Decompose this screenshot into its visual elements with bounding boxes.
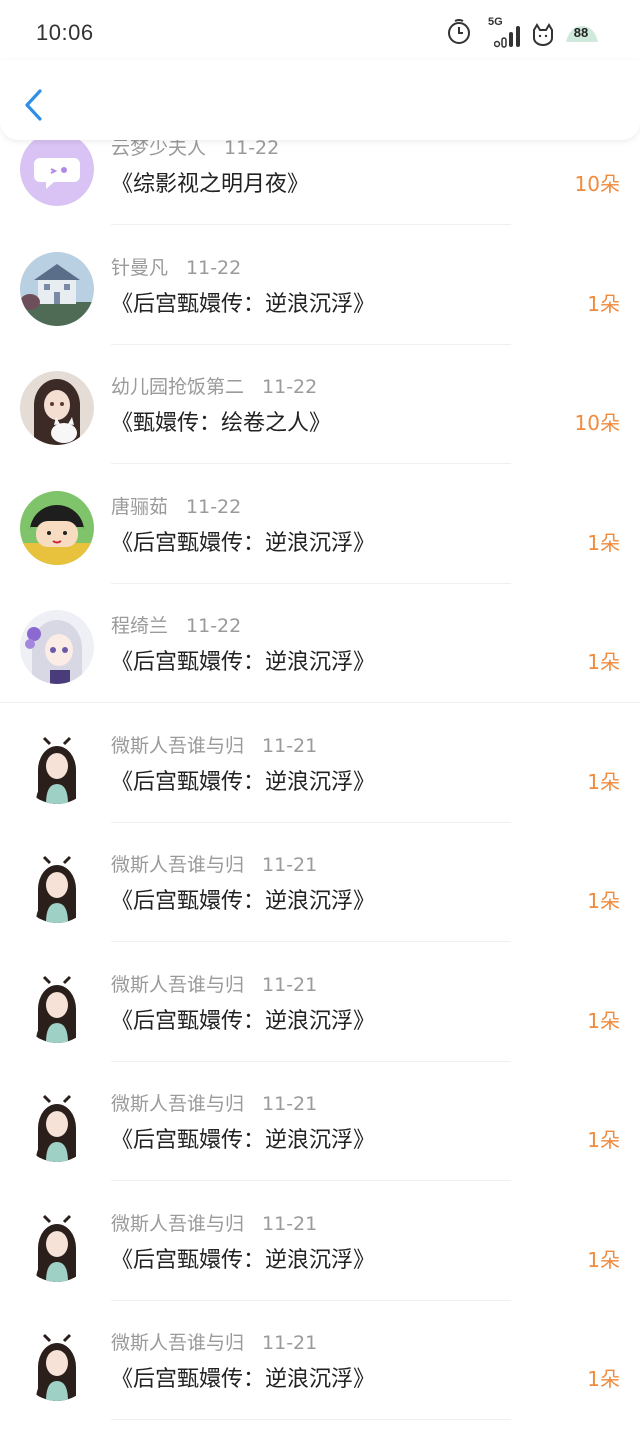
book-title[interactable]: 《后宫甄嬛传：逆浪沉浮》 <box>111 1003 375 1035</box>
list-item[interactable]: 微斯人吾谁与归 11-21 《后宫甄嬛传：逆浪沉浮》 1朵 <box>0 1208 640 1328</box>
flower-count: 10朵 <box>574 172 620 196</box>
list-item[interactable]: 微斯人吾谁与归 11-21 《后宫甄嬛传：逆浪沉浮》 1朵 <box>0 849 640 969</box>
row-meta: 唐骊茹 11-22 <box>111 492 241 519</box>
flower-count: 1朵 <box>587 770 620 794</box>
user-name[interactable]: 微斯人吾谁与归 <box>111 854 244 876</box>
avatar[interactable] <box>20 969 94 1043</box>
flower-count: 10朵 <box>574 411 620 435</box>
book-title[interactable]: 《后宫甄嬛传：逆浪沉浮》 <box>111 286 375 318</box>
book-title[interactable]: 《后宫甄嬛传：逆浪沉浮》 <box>111 1242 375 1274</box>
row-divider <box>0 702 640 703</box>
user-name[interactable]: 微斯人吾谁与归 <box>111 1332 244 1354</box>
list-item[interactable]: 微斯人吾谁与归 11-21 《后宫甄嬛传：逆浪沉浮》 1朵 <box>0 730 640 850</box>
row-divider <box>111 583 511 584</box>
user-name[interactable]: 微斯人吾谁与归 <box>111 1213 244 1235</box>
avatar[interactable] <box>20 1327 94 1401</box>
row-meta: 幼儿园抢饭第二 11-22 <box>111 372 317 399</box>
flower-count: 1朵 <box>587 889 620 913</box>
row-meta: 程绮兰 11-22 <box>111 611 241 638</box>
list-item[interactable]: 微斯人吾谁与归 11-21 《后宫甄嬛传：逆浪沉浮》 1朵 <box>0 1088 640 1208</box>
gift-date: 11-21 <box>262 854 318 876</box>
avatar[interactable] <box>20 1208 94 1282</box>
row-divider <box>111 1061 511 1062</box>
alarm-icon <box>448 19 470 44</box>
flower-count: 1朵 <box>587 1248 620 1272</box>
avatar[interactable] <box>20 730 94 804</box>
list-item[interactable]: 云梦少夫人 11-22 《综影视之明月夜》 10朵 <box>0 132 640 252</box>
gift-date: 11-22 <box>224 137 280 159</box>
flower-count: 1朵 <box>587 531 620 555</box>
row-divider <box>111 224 511 225</box>
status-time: 10:06 <box>36 20 94 45</box>
list-item[interactable]: 程绮兰 11-22 《后宫甄嬛传：逆浪沉浮》 1朵 <box>0 610 640 730</box>
flower-count: 1朵 <box>587 292 620 316</box>
row-meta: 微斯人吾谁与归 11-21 <box>111 731 317 758</box>
row-divider <box>111 1300 511 1301</box>
flower-count: 1朵 <box>587 1009 620 1033</box>
row-meta: 微斯人吾谁与归 11-21 <box>111 1328 317 1355</box>
row-meta: 微斯人吾谁与归 11-21 <box>111 850 317 877</box>
avatar[interactable] <box>20 610 94 684</box>
status-bar: 10:06 5G 88 <box>0 0 640 66</box>
cat-weather-icon <box>533 23 553 46</box>
book-title[interactable]: 《后宫甄嬛传：逆浪沉浮》 <box>111 1361 375 1393</box>
avatar[interactable] <box>20 132 94 206</box>
list-item[interactable]: 微斯人吾谁与归 11-21 《后宫甄嬛传：逆浪沉浮》 1朵 <box>0 1327 640 1447</box>
signal-icon <box>494 26 520 48</box>
book-title[interactable]: 《甄嬛传：绘卷之人》 <box>111 405 331 437</box>
list-item[interactable]: 针曼凡 11-22 《后宫甄嬛传：逆浪沉浮》 1朵 <box>0 252 640 372</box>
row-divider <box>111 463 511 464</box>
book-title[interactable]: 《后宫甄嬛传：逆浪沉浮》 <box>111 644 375 676</box>
row-meta: 微斯人吾谁与归 11-21 <box>111 1089 317 1116</box>
row-divider <box>111 1180 511 1181</box>
gift-date: 11-21 <box>262 735 318 757</box>
flower-count: 1朵 <box>587 650 620 674</box>
user-name[interactable]: 针曼凡 <box>111 257 168 279</box>
gift-date: 11-21 <box>262 1332 318 1354</box>
gift-date: 11-21 <box>262 974 318 996</box>
row-meta: 针曼凡 11-22 <box>111 253 241 280</box>
user-name[interactable]: 微斯人吾谁与归 <box>111 1093 244 1115</box>
gift-date: 11-21 <box>262 1213 318 1235</box>
back-chevron-icon[interactable] <box>22 88 46 122</box>
gift-date: 11-21 <box>262 1093 318 1115</box>
flower-count: 1朵 <box>587 1128 620 1152</box>
list-item[interactable]: 唐骊茹 11-22 《后宫甄嬛传：逆浪沉浮》 1朵 <box>0 491 640 611</box>
flower-count: 1朵 <box>587 1367 620 1391</box>
book-title[interactable]: 《后宫甄嬛传：逆浪沉浮》 <box>111 1122 375 1154</box>
row-divider <box>111 822 511 823</box>
user-name[interactable]: 微斯人吾谁与归 <box>111 974 244 996</box>
user-name[interactable]: 云梦少夫人 <box>111 137 206 159</box>
gift-date: 11-22 <box>262 376 318 398</box>
avatar[interactable] <box>20 1088 94 1162</box>
row-divider <box>111 344 511 345</box>
avatar[interactable] <box>20 491 94 565</box>
list-item[interactable]: 微斯人吾谁与归 11-21 《后宫甄嬛传：逆浪沉浮》 1朵 <box>0 969 640 1089</box>
gift-date: 11-22 <box>186 615 242 637</box>
user-name[interactable]: 唐骊茹 <box>111 496 168 518</box>
gift-date: 11-22 <box>186 257 242 279</box>
user-name[interactable]: 微斯人吾谁与归 <box>111 735 244 757</box>
book-title[interactable]: 《后宫甄嬛传：逆浪沉浮》 <box>111 883 375 915</box>
list-item[interactable]: 幼儿园抢饭第二 11-22 《甄嬛传：绘卷之人》 10朵 <box>0 371 640 491</box>
row-divider <box>111 1419 511 1420</box>
avatar[interactable] <box>20 849 94 923</box>
book-title[interactable]: 《后宫甄嬛传：逆浪沉浮》 <box>111 525 375 557</box>
avatar[interactable] <box>20 371 94 445</box>
avatar[interactable] <box>20 252 94 326</box>
row-meta: 微斯人吾谁与归 11-21 <box>111 1209 317 1236</box>
header-bar <box>0 60 640 140</box>
book-title[interactable]: 《后宫甄嬛传：逆浪沉浮》 <box>111 764 375 796</box>
gift-date: 11-22 <box>186 496 242 518</box>
row-meta: 微斯人吾谁与归 11-21 <box>111 970 317 997</box>
battery-level: 88 <box>573 25 589 40</box>
book-title[interactable]: 《综影视之明月夜》 <box>111 166 309 198</box>
user-name[interactable]: 程绮兰 <box>111 615 168 637</box>
user-name[interactable]: 幼儿园抢饭第二 <box>111 376 244 398</box>
row-divider <box>111 941 511 942</box>
